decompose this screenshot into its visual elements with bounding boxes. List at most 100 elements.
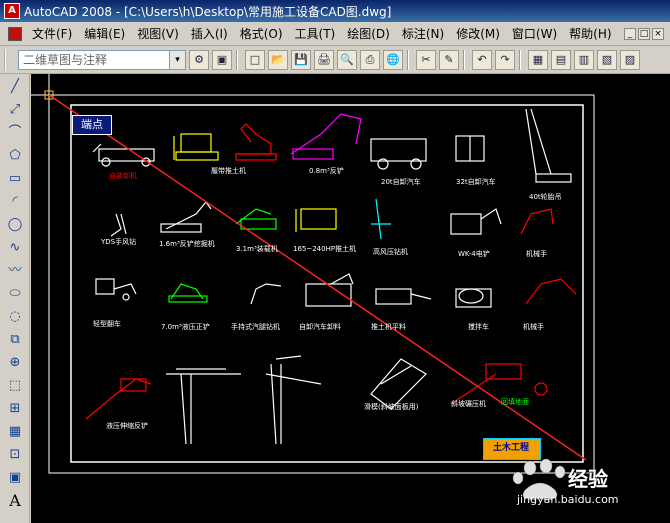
- line-tool-icon[interactable]: ╱: [4, 77, 26, 97]
- cad-label: 高风压钻机: [373, 248, 408, 256]
- polygon-icon[interactable]: ⬠: [4, 146, 26, 166]
- hatch-icon[interactable]: ⊞: [4, 399, 26, 419]
- cut-icon[interactable]: ✂: [416, 49, 436, 70]
- workspace-select[interactable]: 二维草图与注释 ▾: [18, 49, 186, 70]
- close-icon[interactable]: ×: [652, 27, 664, 40]
- manipulator-drawing-2: [525, 278, 577, 305]
- open-folder-icon[interactable]: 📂: [268, 49, 288, 70]
- title-bar: A AutoCAD 2008 - [C:\Users\h\Desktop\常用施…: [0, 0, 670, 22]
- tower-crane-drawing: [166, 368, 241, 445]
- crawler-excavator-drawing: [235, 123, 277, 161]
- region-icon[interactable]: ⊡: [4, 445, 26, 465]
- toolbar-separator: [519, 49, 521, 70]
- toolbar-separator: [463, 49, 465, 70]
- point-icon[interactable]: ⬚: [4, 376, 26, 396]
- light-tipper-drawing: [95, 278, 137, 301]
- publish-icon[interactable]: ⎙: [360, 49, 380, 70]
- cad-label: 自卸汽车卸料: [299, 323, 341, 331]
- save-icon[interactable]: 💾: [291, 49, 311, 70]
- cad-label: 液压伸缩反铲: [106, 422, 148, 430]
- print-icon[interactable]: 🖨: [314, 49, 334, 70]
- cad-label: 推土机平料: [371, 323, 406, 331]
- menu-format[interactable]: 格式(O): [234, 25, 289, 42]
- spline-icon[interactable]: 〰: [4, 261, 26, 281]
- standard-toolbar: 二维草图与注释 ▾ ⚙ ▣ □ 📂 💾 🖨 🔍 ⎙ 🌐 ✂ ✎ ↶ ↷ ▦ ▤ …: [0, 46, 670, 74]
- dump-loader-drawing: [92, 143, 155, 167]
- cad-label: 斜坡碾压机: [451, 400, 486, 408]
- draw-toolbar: ╱ ⤢ ⌒ ⬠ ▭ ◜ ◯ ∿ 〰 ⬭ ◌ ⧉ ⊕ ⬚ ⊞ ▦ ⊡ ▣ A: [0, 74, 30, 523]
- menu-file[interactable]: 文件(F): [26, 25, 78, 42]
- menu-tools[interactable]: 工具(T): [289, 25, 342, 42]
- hydraulic-excavator-drawing: [160, 201, 212, 233]
- insert-block-icon[interactable]: ⧉: [4, 330, 26, 350]
- construction-line-icon[interactable]: ⤢: [4, 100, 26, 120]
- tool-palettes-icon[interactable]: ▥: [574, 49, 594, 70]
- arc-icon[interactable]: ◜: [4, 192, 26, 212]
- watermark-url: jingyan.baidu.com: [517, 493, 619, 506]
- watermark-brand: 经验: [568, 467, 608, 491]
- table-icon[interactable]: ▣: [4, 468, 26, 488]
- print-preview-icon[interactable]: 🔍: [337, 49, 357, 70]
- multiline-text-icon[interactable]: A: [4, 491, 26, 511]
- cad-label: 手持式汽腿钻机: [231, 323, 280, 331]
- markup-icon[interactable]: ▨: [620, 49, 640, 70]
- workspace-settings-icon[interactable]: ⚙: [189, 49, 209, 70]
- menu-draw[interactable]: 绘图(D): [341, 25, 396, 42]
- web-icon[interactable]: 🌐: [383, 49, 403, 70]
- cad-label: 履带推土机: [211, 167, 246, 175]
- menu-edit[interactable]: 编辑(E): [78, 25, 131, 42]
- restore-icon[interactable]: □: [638, 27, 650, 40]
- high-pressure-drill-drawing: [371, 198, 391, 240]
- cad-label: 20t自卸汽车: [381, 178, 421, 186]
- match-properties-icon[interactable]: ✎: [439, 49, 459, 70]
- sheet-set-icon[interactable]: ▧: [597, 49, 617, 70]
- menu-dimension[interactable]: 标注(N): [396, 25, 450, 42]
- cad-label: 机械手: [526, 250, 547, 258]
- front-shovel-drawing: [168, 283, 208, 303]
- climbing-crane-drawing: [265, 355, 322, 445]
- make-block-icon[interactable]: ⊕: [4, 353, 26, 373]
- undo-icon[interactable]: ↶: [472, 49, 492, 70]
- new-file-icon[interactable]: □: [245, 49, 265, 70]
- menu-bar: 文件(F) 编辑(E) 视图(V) 插入(I) 格式(O) 工具(T) 绘图(D…: [0, 22, 670, 46]
- toolbar-grip[interactable]: [4, 48, 8, 71]
- chevron-down-icon[interactable]: ▾: [169, 50, 185, 69]
- toolbar-separator: [407, 49, 409, 70]
- document-icon[interactable]: [8, 26, 22, 41]
- redo-icon[interactable]: ↷: [495, 49, 515, 70]
- circle-icon[interactable]: ◯: [4, 215, 26, 235]
- cad-label: 32t自卸汽车: [456, 178, 496, 186]
- dump-truck-20t-drawing: [370, 138, 427, 170]
- menu-modify[interactable]: 修改(M): [450, 25, 506, 42]
- rectangle-icon[interactable]: ▭: [4, 169, 26, 189]
- minimize-icon[interactable]: _: [624, 27, 636, 40]
- cad-label: 机械手: [523, 323, 544, 331]
- toolbar-separator: [236, 49, 238, 70]
- menu-window[interactable]: 窗口(W): [506, 25, 563, 42]
- mixer-truck-drawing: [455, 288, 492, 308]
- cad-label: 滑模(斜坡面板用): [364, 403, 419, 411]
- menu-help[interactable]: 帮助(H): [563, 25, 617, 42]
- document-window-buttons: _ □ ×: [624, 27, 670, 40]
- window-title: AutoCAD 2008 - [C:\Users\h\Desktop\常用施工设…: [24, 4, 392, 19]
- truck-unloading-drawing: [305, 273, 354, 307]
- workspace-save-icon[interactable]: ▣: [212, 49, 232, 70]
- telescopic-backhoe-drawing: [85, 378, 152, 420]
- menu-view[interactable]: 视图(V): [131, 25, 185, 42]
- cad-label: 1.6m³反铲挖掘机: [159, 240, 215, 248]
- properties-icon[interactable]: ▦: [528, 49, 548, 70]
- design-center-icon[interactable]: ▤: [551, 49, 571, 70]
- tyre-crane-drawing: [525, 108, 572, 183]
- gradient-icon[interactable]: ▦: [4, 422, 26, 442]
- cad-label: WK-4电铲: [458, 250, 490, 258]
- ellipse-icon[interactable]: ⬭: [4, 284, 26, 304]
- backhoe-drawing: [290, 113, 362, 160]
- ellipse-arc-icon[interactable]: ◌: [4, 307, 26, 327]
- autocad-app-icon[interactable]: A: [4, 3, 20, 19]
- bulldozer-leveling-drawing: [375, 288, 432, 305]
- cad-label: YDS手风钻: [101, 238, 137, 246]
- polyline-icon[interactable]: ⌒: [4, 123, 26, 143]
- revision-cloud-icon[interactable]: ∿: [4, 238, 26, 258]
- menu-insert[interactable]: 插入(I): [185, 25, 234, 42]
- workspace-value: 二维草图与注释: [23, 53, 108, 67]
